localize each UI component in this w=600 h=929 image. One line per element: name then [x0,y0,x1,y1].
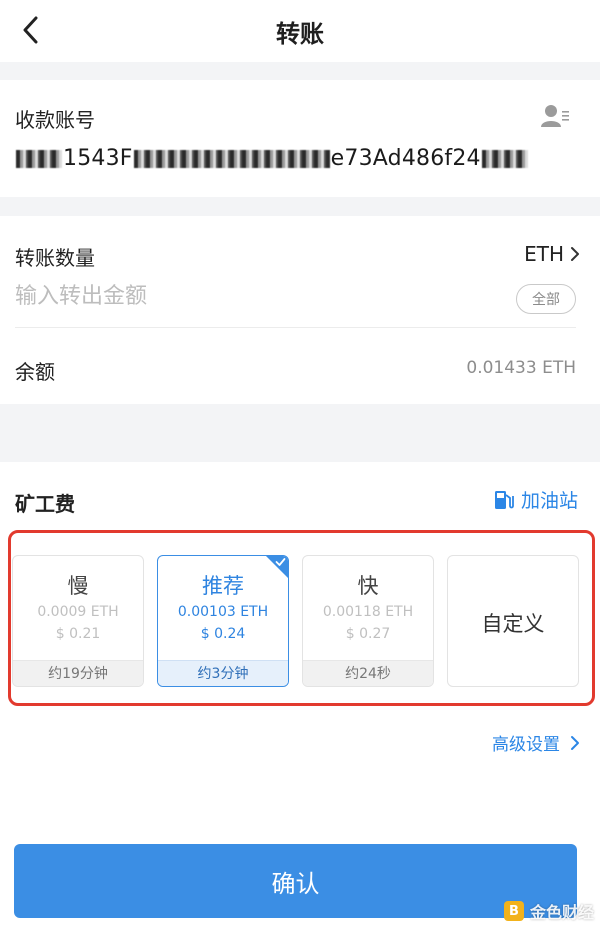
fee-option-time: 约24秒 [303,660,433,686]
gas-station-label: 加油站 [520,490,578,512]
watermark-text: 金色财经 [529,903,594,922]
chevron-right-icon [571,247,579,261]
fee-option-usd: $ 0.24 [200,626,246,642]
fuel-pump-icon [494,490,514,509]
fee-option-eth: 0.0009 ETH [37,604,119,620]
header-bar: 转账 [0,0,600,62]
chevron-right-icon [571,735,579,750]
fee-option-name: 慢 [67,574,89,598]
address-part: e73Ad486f24 [330,146,481,171]
confirm-button[interactable]: 确认 [14,844,577,918]
fee-option-usd: $ 0.27 [345,626,391,642]
fee-title: 矿工费 [15,492,75,516]
fee-option-recommended[interactable]: 推荐 0.00103 ETH $ 0.24 约3分钟 [157,555,289,687]
amount-section: 转账数量 ETH 全部 余额 0.01433 ETH [0,216,600,404]
fee-option-time: 约3分钟 [158,660,288,686]
recipient-section: 收款账号 1543F e73Ad486f24 [0,80,600,197]
fee-option-slow[interactable]: 慢 0.0009 ETH $ 0.21 约19分钟 [12,555,144,687]
amount-input[interactable] [15,284,455,309]
redacted-segment [133,150,330,168]
fee-option-name: 推荐 [202,574,244,598]
balance-label: 余额 [15,360,55,384]
watermark-logo-icon: B [503,901,524,921]
balance-value: 0.01433 ETH [466,358,576,378]
advanced-settings-link[interactable]: 高级设置 [492,730,580,755]
recipient-address[interactable]: 1543F e73Ad486f24 [15,146,529,171]
contact-book-icon[interactable] [540,102,570,130]
recipient-label: 收款账号 [15,108,95,132]
divider [15,327,576,328]
fee-option-name: 自定义 [481,612,545,636]
watermark: B 金色财经 [503,899,594,923]
fee-option-custom[interactable]: 自定义 [447,555,579,687]
fee-option-eth: 0.00118 ETH [322,604,414,620]
advanced-settings-label: 高级设置 [492,735,560,755]
all-amount-button[interactable]: 全部 [516,284,576,314]
address-part: 1543F [63,146,133,171]
redacted-segment [481,150,528,168]
checkmark-icon [275,558,286,566]
amount-label: 转账数量 [15,246,95,270]
fee-option-usd: $ 0.21 [55,626,101,642]
fee-option-time: 约19分钟 [13,660,143,686]
page-title: 转账 [276,20,324,48]
token-symbol: ETH [524,242,564,266]
fee-option-name: 快 [357,574,379,598]
fee-option-eth: 0.00103 ETH [177,604,269,620]
redacted-segment [16,150,62,168]
token-selector[interactable]: ETH [524,242,580,266]
gas-station-link[interactable]: 加油站 [493,486,578,513]
fee-option-fast[interactable]: 快 0.00118 ETH $ 0.27 约24秒 [302,555,434,687]
